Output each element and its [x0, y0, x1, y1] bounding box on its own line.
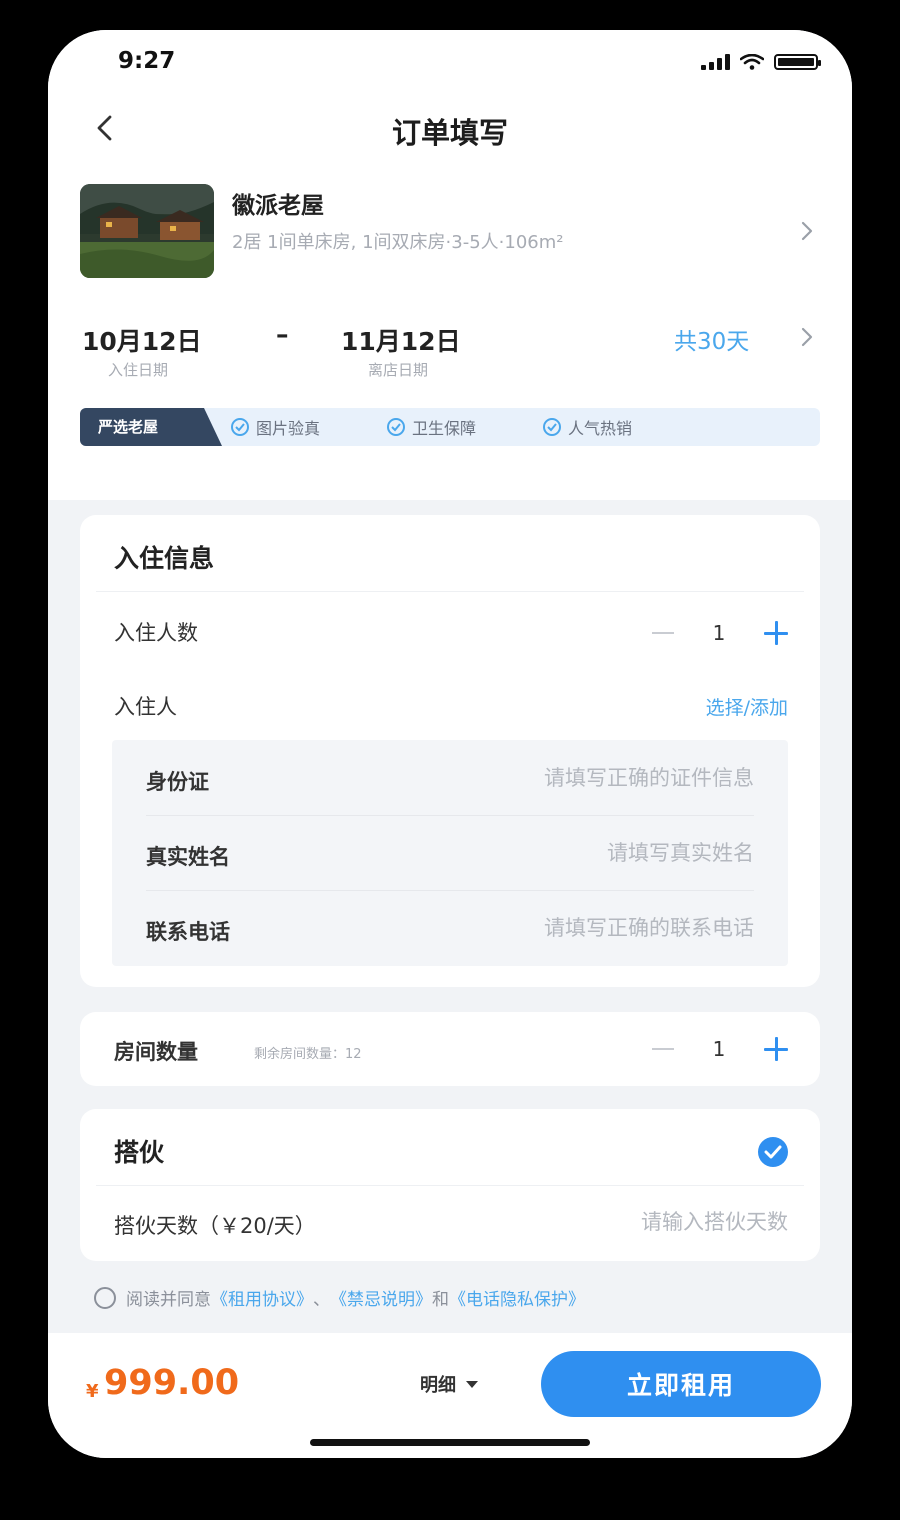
divider [96, 1185, 804, 1186]
checkin-info-card: 入住信息 入住人数 1 入住人 选择/添加 身份证 真实姓名 联系电话 [80, 515, 820, 987]
agreement-row: 阅读并同意 《租用协议》 、 《禁忌说明》 和 《电话隐私保护》 [94, 1285, 585, 1310]
minus-button[interactable] [652, 632, 674, 634]
total-price: 999.00 [104, 1363, 240, 1403]
price-currency: ¥ [86, 1381, 99, 1402]
detail-label: 明细 [420, 1375, 456, 1396]
home-indicator[interactable] [310, 1439, 590, 1446]
listing-thumbnail[interactable] [80, 184, 214, 278]
phone-field[interactable] [414, 916, 754, 940]
feature-label: 卫生保障 [412, 419, 477, 438]
total-days: 共30天 [674, 329, 750, 355]
divider [146, 890, 754, 891]
id-card-field[interactable] [414, 766, 754, 790]
plus-button[interactable] [764, 621, 788, 645]
guest-count-label: 入住人数 [114, 621, 198, 645]
partner-checkbox[interactable] [758, 1137, 788, 1167]
phone-screen: 9:27 订单填写 徽派老屋 2居 1间单床房, 1间双床房·3-5人·106m… [48, 30, 852, 1458]
guest-label: 入住人 [114, 695, 177, 719]
signal-icon [701, 54, 730, 70]
rooms-remaining: 剩余房间数量：12 [254, 1047, 362, 1062]
feature-label: 图片验真 [256, 419, 321, 438]
room-count-card: 房间数量 剩余房间数量：12 1 [80, 1012, 820, 1086]
check-circle-icon [543, 418, 561, 436]
listing-description: 2居 1间单床房, 1间双床房·3-5人·106m² [232, 232, 564, 253]
check-out-date[interactable]: 11月12日 [341, 322, 461, 358]
status-icons [701, 54, 821, 70]
phone-privacy-link[interactable]: 《电话隐私保护》 [449, 1285, 585, 1310]
bottom-bar: ¥ 999.00 明细 立即租用 [48, 1333, 852, 1458]
guest-id-form: 身份证 真实姓名 联系电话 [112, 740, 788, 966]
check-in-label: 入住日期 [108, 361, 169, 379]
feature-label: 人气热销 [568, 419, 633, 438]
house-photo [80, 184, 214, 278]
plus-button[interactable] [764, 1037, 788, 1061]
checkin-info-title: 入住信息 [114, 544, 215, 573]
room-count-label: 房间数量 [114, 1040, 198, 1064]
status-time: 9:27 [118, 48, 176, 74]
check-icon [764, 1145, 782, 1159]
check-circle-icon [231, 418, 249, 436]
rental-agreement-link[interactable]: 《租用协议》 [211, 1285, 313, 1310]
select-add-guest-link[interactable]: 选择/添加 [706, 693, 788, 720]
check-out-label: 离店日期 [368, 361, 429, 379]
id-card-label: 身份证 [146, 770, 209, 794]
real-name-label: 真实姓名 [146, 845, 230, 869]
divider [146, 815, 754, 816]
chevron-right-icon[interactable] [800, 326, 814, 348]
feature-item: 图片验真 [230, 408, 320, 446]
agreement-radio[interactable] [94, 1286, 116, 1309]
rent-now-button[interactable]: 立即租用 [541, 1351, 821, 1417]
page-title: 订单填写 [391, 116, 508, 150]
price-detail-toggle[interactable]: 明细 [420, 1371, 478, 1397]
minus-button[interactable] [652, 1048, 674, 1050]
partner-card: 搭伙 搭伙天数（￥20/天） [80, 1109, 820, 1261]
wifi-icon [740, 54, 764, 70]
partner-days-label: 搭伙天数（￥20/天） [114, 1214, 316, 1238]
selected-badge: 严选老屋 [80, 408, 222, 446]
partner-days-input[interactable] [528, 1210, 788, 1234]
feature-strip: 严选老屋 图片验真 卫生保障 人气热销 [80, 408, 820, 446]
divider [96, 591, 804, 592]
listing-name: 徽派老屋 [232, 193, 324, 219]
feature-item: 人气热销 [542, 408, 632, 446]
check-in-date[interactable]: 10月12日 [82, 322, 202, 358]
guest-count-stepper: 1 [652, 621, 788, 645]
caret-down-icon [466, 1380, 478, 1388]
taboo-notice-link[interactable]: 《禁忌说明》 [330, 1285, 432, 1310]
agreement-separator: 、 [313, 1290, 330, 1310]
date-separator: – [276, 320, 289, 349]
room-count-stepper: 1 [652, 1037, 788, 1061]
check-circle-icon [387, 418, 405, 436]
agreement-prefix: 阅读并同意 [126, 1290, 211, 1310]
phone-label: 联系电话 [146, 920, 230, 944]
wave-divider [48, 482, 852, 500]
feature-item: 卫生保障 [386, 408, 476, 446]
real-name-field[interactable] [414, 841, 754, 865]
agreement-and: 和 [432, 1290, 449, 1310]
chevron-right-icon[interactable] [800, 220, 814, 242]
room-count-value: 1 [712, 1037, 726, 1061]
guest-count-value: 1 [712, 621, 726, 645]
battery-icon [774, 54, 821, 70]
partner-title: 搭伙 [114, 1138, 165, 1167]
